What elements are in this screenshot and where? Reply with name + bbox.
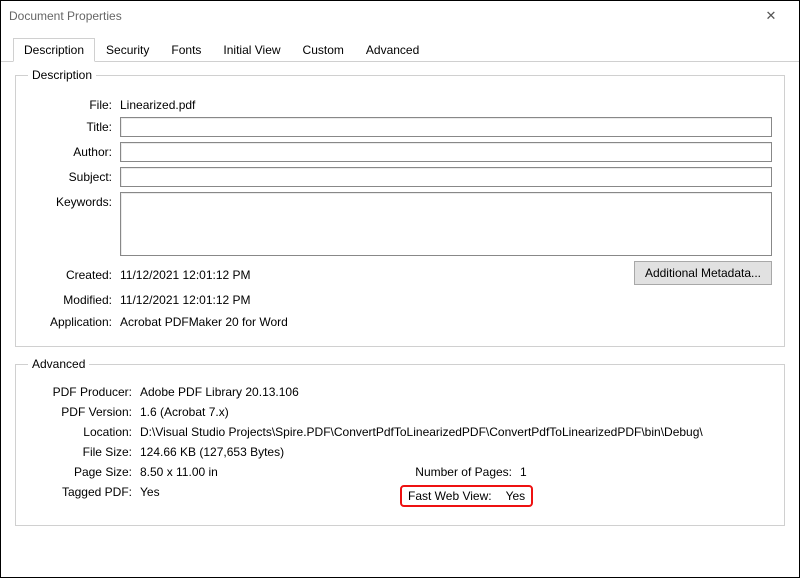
value-pdf-producer: Adobe PDF Library 20.13.106 <box>140 385 772 399</box>
label-subject: Subject: <box>28 167 120 184</box>
description-legend: Description <box>28 68 96 82</box>
value-num-pages: 1 <box>520 465 527 479</box>
tab-initial-view[interactable]: Initial View <box>212 38 291 62</box>
window-title: Document Properties <box>9 9 751 23</box>
author-field[interactable] <box>120 142 772 162</box>
value-created: 11/12/2021 12:01:12 PM <box>120 265 377 282</box>
additional-metadata-button[interactable]: Additional Metadata... <box>634 261 772 285</box>
advanced-group: Advanced PDF Producer: Adobe PDF Library… <box>15 357 785 526</box>
label-location: Location: <box>28 425 140 439</box>
label-file-size: File Size: <box>28 445 140 459</box>
label-created: Created: <box>28 265 120 282</box>
tab-advanced[interactable]: Advanced <box>355 38 430 62</box>
label-author: Author: <box>28 142 120 159</box>
title-field[interactable] <box>120 117 772 137</box>
label-title: Title: <box>28 117 120 134</box>
label-pdf-producer: PDF Producer: <box>28 385 140 399</box>
tab-security[interactable]: Security <box>95 38 160 62</box>
description-group: Description File: Linearized.pdf Title: … <box>15 68 785 347</box>
fast-web-view-highlight: Fast Web View: Yes <box>400 485 533 507</box>
panel-area: Description File: Linearized.pdf Title: … <box>1 62 799 546</box>
tab-description[interactable]: Description <box>13 38 95 62</box>
label-page-size: Page Size: <box>28 465 140 479</box>
value-fast-web-view: Yes <box>506 489 526 503</box>
keywords-field[interactable] <box>120 192 772 256</box>
value-page-size: 8.50 x 11.00 in <box>140 465 218 479</box>
tabs-bar: Description Security Fonts Initial View … <box>1 31 799 62</box>
value-file-size: 124.66 KB (127,653 Bytes) <box>140 445 772 459</box>
close-icon[interactable]: ✕ <box>751 8 791 24</box>
value-file: Linearized.pdf <box>120 95 772 112</box>
label-keywords: Keywords: <box>28 192 120 209</box>
label-num-pages: Number of Pages: <box>400 465 520 479</box>
tab-custom[interactable]: Custom <box>292 38 355 62</box>
label-application: Application: <box>28 312 120 329</box>
value-modified: 11/12/2021 12:01:12 PM <box>120 290 772 307</box>
subject-field[interactable] <box>120 167 772 187</box>
label-tagged-pdf: Tagged PDF: <box>28 485 140 507</box>
value-application: Acrobat PDFMaker 20 for Word <box>120 312 772 329</box>
advanced-legend: Advanced <box>28 357 89 371</box>
tab-fonts[interactable]: Fonts <box>160 38 212 62</box>
label-pdf-version: PDF Version: <box>28 405 140 419</box>
value-location: D:\Visual Studio Projects\Spire.PDF\Conv… <box>140 425 772 439</box>
label-file: File: <box>28 95 120 112</box>
value-pdf-version: 1.6 (Acrobat 7.x) <box>140 405 772 419</box>
value-tagged-pdf: Yes <box>140 485 160 507</box>
titlebar: Document Properties ✕ <box>1 1 799 31</box>
label-fast-web-view: Fast Web View: <box>408 489 506 503</box>
label-modified: Modified: <box>28 290 120 307</box>
